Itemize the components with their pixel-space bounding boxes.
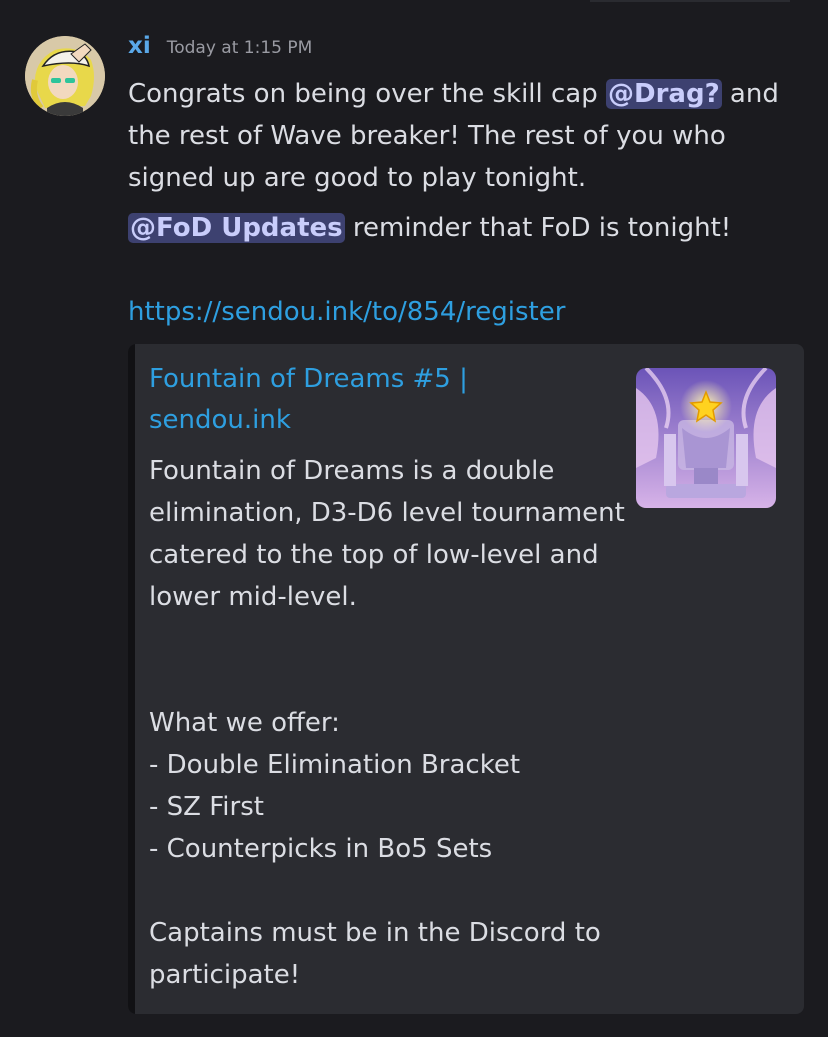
message-header: xi Today at 1:15 PM (128, 33, 808, 69)
register-link[interactable]: https://sendou.ink/to/854/register (128, 291, 565, 333)
embed-title-line-2: sendou.ink (149, 405, 291, 435)
embed-body: Fountain of Dreams #5 | sendou.ink Founta… (149, 359, 629, 996)
avatar[interactable] (25, 36, 105, 116)
mention-drag[interactable]: @Drag? (606, 79, 722, 109)
timestamp[interactable]: Today at 1:15 PM (167, 38, 313, 58)
message-paragraph-1: Congrats on being over the skill cap @Dr… (128, 73, 808, 199)
embed-title[interactable]: Fountain of Dreams #5 | sendou.ink (149, 359, 629, 441)
message-content: xi Today at 1:15 PM Congrats on being ov… (128, 33, 808, 333)
embed-accent-bar (128, 344, 135, 1014)
chat-message: xi Today at 1:15 PM Congrats on being ov… (0, 0, 828, 1037)
paragraph-1-text: Congrats on being over the skill cap (128, 79, 607, 109)
mention-fod-updates[interactable]: @FoD Updates (128, 213, 345, 243)
embed-thumbnail[interactable] (636, 368, 776, 508)
fountain-thumbnail-image (636, 368, 776, 508)
avatar-image (25, 36, 105, 116)
link-embed: Fountain of Dreams #5 | sendou.ink Founta… (128, 344, 804, 1014)
embed-description: Fountain of Dreams is a double eliminati… (149, 456, 625, 990)
embed-title-line-1: Fountain of Dreams #5 | (149, 364, 468, 394)
message-paragraph-2: @FoD Updates reminder that FoD is tonigh… (128, 207, 808, 249)
paragraph-2-text: reminder that FoD is tonight! (344, 213, 732, 243)
username[interactable]: xi (128, 33, 151, 59)
